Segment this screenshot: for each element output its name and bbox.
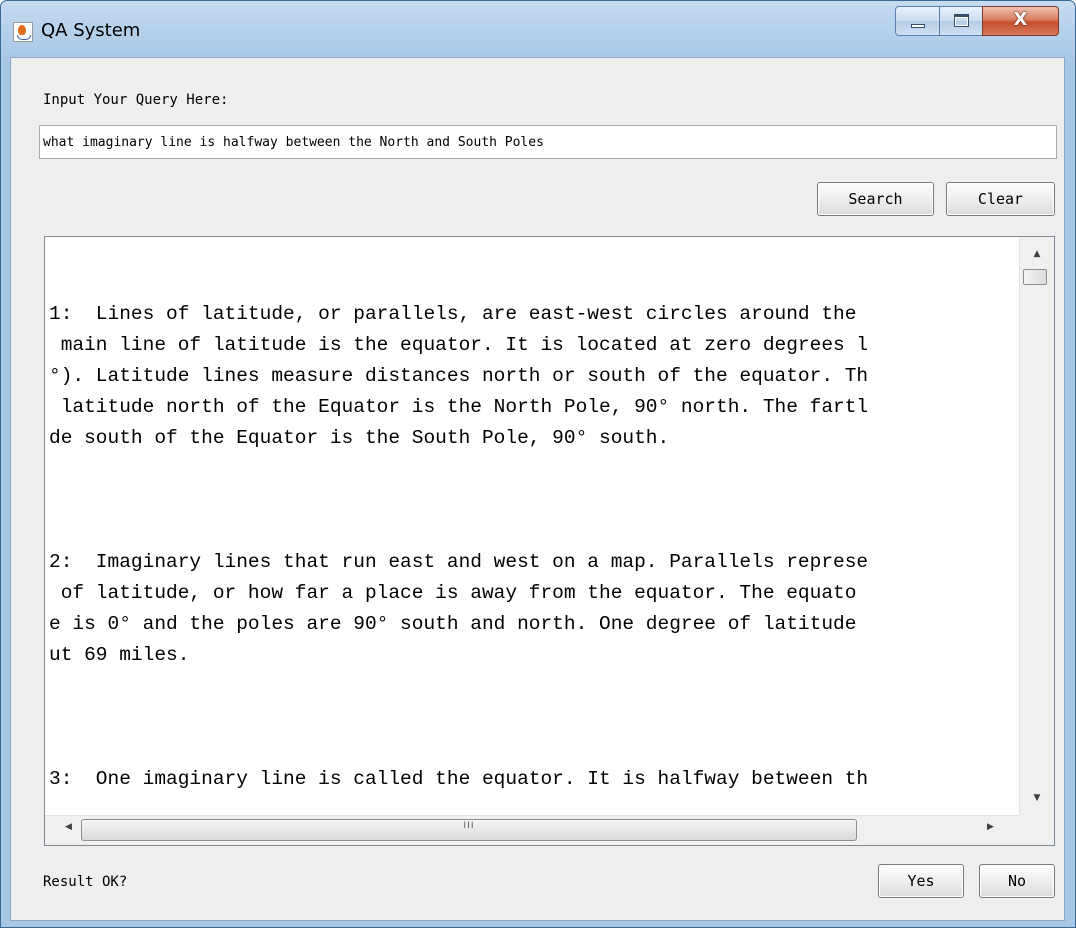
window-title: QA System: [41, 20, 141, 41]
scroll-left-arrow-icon[interactable]: ◀: [65, 822, 72, 832]
client-area: Input Your Query Here: Search Clear 1: L…: [10, 57, 1065, 921]
scroll-grip-icon: III: [463, 821, 475, 831]
scrollbar-corner: [1019, 815, 1054, 845]
results-text: 1: Lines of latitude, or parallels, are …: [49, 303, 869, 790]
app-window: QA System X Input Your Query Here: Searc…: [0, 0, 1076, 928]
scroll-right-arrow-icon[interactable]: ▶: [987, 822, 994, 832]
clear-button[interactable]: Clear: [946, 182, 1055, 216]
query-label: Input Your Query Here:: [43, 92, 229, 108]
maximize-icon: [954, 14, 969, 27]
vertical-scrollbar[interactable]: ▲ ▼: [1019, 237, 1054, 815]
scroll-down-arrow-icon[interactable]: ▼: [1020, 793, 1054, 803]
close-button[interactable]: X: [982, 6, 1059, 36]
minimize-button[interactable]: [895, 6, 940, 36]
scroll-up-arrow-icon[interactable]: ▲: [1020, 249, 1054, 259]
maximize-button[interactable]: [939, 6, 983, 36]
query-input[interactable]: [39, 125, 1057, 159]
minimize-icon: [911, 24, 925, 28]
search-button[interactable]: Search: [817, 182, 934, 216]
no-button[interactable]: No: [979, 864, 1055, 898]
vertical-scroll-thumb[interactable]: [1023, 269, 1047, 285]
title-bar[interactable]: QA System X: [1, 1, 1075, 57]
yes-button[interactable]: Yes: [878, 864, 964, 898]
close-icon: X: [1013, 9, 1028, 30]
java-icon: [13, 22, 33, 42]
horizontal-scrollbar[interactable]: ◀ III ▶: [45, 815, 1019, 845]
results-viewport: 1: Lines of latitude, or parallels, are …: [45, 237, 1019, 815]
horizontal-scroll-thumb[interactable]: III: [81, 819, 857, 841]
results-pane[interactable]: 1: Lines of latitude, or parallels, are …: [44, 236, 1055, 846]
result-ok-label: Result OK?: [43, 874, 128, 890]
